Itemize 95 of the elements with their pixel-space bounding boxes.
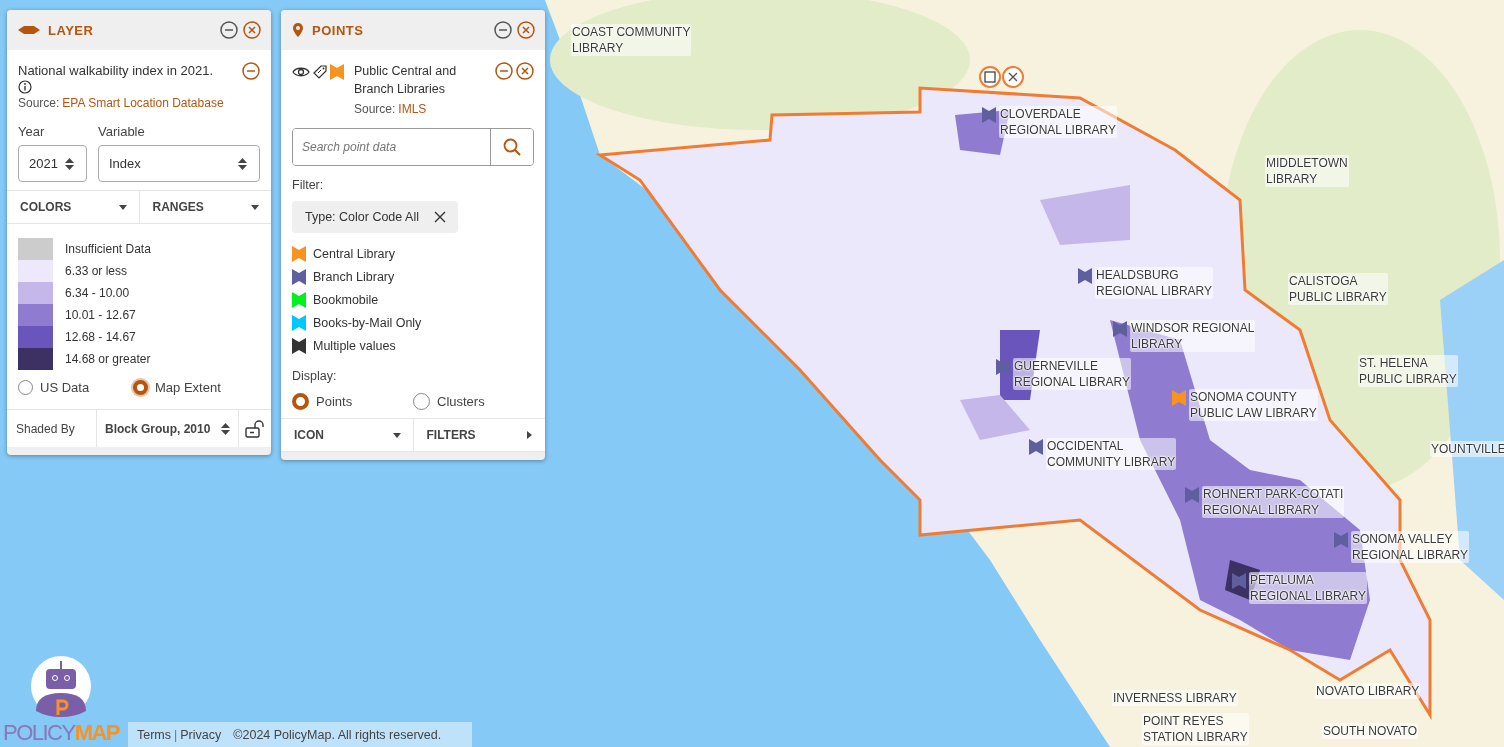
collapse-icon[interactable] bbox=[495, 62, 513, 80]
library-marker-icon bbox=[330, 64, 344, 80]
remove-icon[interactable] bbox=[242, 62, 260, 80]
caret-icon bbox=[392, 431, 401, 439]
field-label: Variable bbox=[98, 124, 146, 139]
dropdown-tab[interactable]: ICON bbox=[281, 419, 413, 451]
map-label: MIDDLETOWN LIBRARY bbox=[1265, 155, 1349, 187]
caret-icon bbox=[118, 203, 127, 211]
dropdown-tab[interactable]: FILTERS bbox=[412, 419, 545, 451]
copyright-text: ©2024 PolicyMap. All rights reserved. bbox=[233, 727, 442, 742]
source-link[interactable]: IMLS bbox=[398, 102, 427, 116]
field-label: Year bbox=[18, 124, 46, 139]
map-label: SONOMA VALLEY REGIONAL LIBRARY bbox=[1351, 531, 1470, 563]
map-label: SONOMA COUNTY PUBLIC LAW LIBRARY bbox=[1189, 389, 1318, 421]
filter-label: Filter: bbox=[292, 178, 325, 192]
library-marker-icon[interactable] bbox=[1185, 487, 1199, 503]
library-marker-icon[interactable] bbox=[1113, 321, 1127, 337]
close-icon[interactable] bbox=[516, 62, 534, 80]
radio-button[interactable] bbox=[292, 393, 309, 410]
legend-label: 10.01 - 12.67 bbox=[65, 308, 136, 322]
filter-chip[interactable]: Type: Color Code All bbox=[292, 201, 458, 233]
legend-label: 6.34 - 10.00 bbox=[65, 286, 130, 300]
sort-arrows-icon bbox=[221, 421, 230, 436]
dropdown-tab[interactable]: RANGES bbox=[138, 191, 271, 223]
legend-label: Central Library bbox=[313, 246, 395, 261]
library-marker-icon[interactable] bbox=[996, 359, 1010, 375]
search-field[interactable]: Search point data bbox=[292, 128, 534, 166]
map-label: OCCIDENTAL COMMUNITY LIBRARY bbox=[1046, 438, 1177, 470]
search-icon bbox=[503, 138, 521, 156]
legend-label: Multiple values bbox=[313, 338, 396, 353]
map-label: PETALUMA REGIONAL LIBRARY bbox=[1249, 572, 1368, 604]
map-label: SOUTH NOVATO bbox=[1322, 723, 1418, 739]
legend-label: Books-by-Mail Only bbox=[313, 315, 422, 330]
map-label: WINDSOR REGIONAL LIBRARY bbox=[1130, 320, 1256, 352]
shaded-by-label: Shaded By bbox=[7, 410, 97, 447]
display-label: Display: bbox=[292, 369, 338, 383]
radio-button[interactable] bbox=[133, 380, 148, 395]
caret-icon bbox=[251, 203, 259, 211]
map-label: POINT REYES STATION LIBRARY bbox=[1142, 713, 1249, 745]
library-marker-icon[interactable] bbox=[1232, 573, 1246, 589]
map-label: GUERNEVILLE REGIONAL LIBRARY bbox=[1013, 358, 1132, 390]
separator: | bbox=[174, 727, 178, 742]
minimize-icon[interactable] bbox=[494, 21, 512, 39]
map-label: INVERNESS LIBRARY bbox=[1112, 690, 1238, 706]
terms-link[interactable]: Terms bbox=[137, 727, 172, 742]
legend-label: Bookmobile bbox=[313, 292, 379, 307]
eye-icon[interactable] bbox=[292, 66, 310, 78]
legend-label: 6.33 or less bbox=[65, 264, 128, 278]
radio-label[interactable]: Clusters bbox=[437, 394, 485, 409]
radio-label[interactable]: US Data bbox=[40, 380, 90, 395]
map-label: ST. HELENA PUBLIC LIBRARY bbox=[1358, 355, 1458, 387]
panel-title: LAYER bbox=[48, 22, 94, 38]
radio-button[interactable] bbox=[18, 380, 33, 395]
library-marker-icon[interactable] bbox=[1172, 390, 1186, 406]
map-label: NOVATO LIBRARY bbox=[1315, 683, 1421, 699]
library-marker-icon[interactable] bbox=[1078, 268, 1092, 284]
info-icon[interactable] bbox=[18, 80, 32, 94]
panel-title: POINTS bbox=[312, 22, 364, 38]
legend-label: Branch Library bbox=[313, 269, 395, 284]
map-label: ROHNERT PARK-COTATI REGIONAL LIBRARY bbox=[1202, 486, 1345, 518]
year-select[interactable]: 2021 bbox=[18, 145, 87, 182]
radio-label[interactable]: Points bbox=[316, 394, 353, 409]
map-pin-icon bbox=[292, 23, 304, 37]
source-link[interactable]: EPA Smart Location Database bbox=[62, 96, 224, 110]
source-label: Source: bbox=[18, 96, 60, 110]
privacy-link[interactable]: Privacy bbox=[180, 727, 222, 742]
dataset-name: Public Central and Branch Libraries bbox=[354, 64, 457, 96]
minimize-icon[interactable] bbox=[220, 21, 238, 39]
layer-icon bbox=[18, 25, 40, 35]
radio-label[interactable]: Map Extent bbox=[155, 380, 221, 395]
tag-icon[interactable] bbox=[313, 65, 327, 79]
radio-button[interactable] bbox=[413, 393, 430, 410]
map-label: COAST COMMUNITY LIBRARY bbox=[571, 24, 692, 56]
search-button[interactable] bbox=[490, 129, 533, 165]
unlock-icon[interactable] bbox=[245, 419, 265, 438]
geography-select[interactable]: Block Group, 2010 bbox=[97, 410, 238, 447]
library-marker-icon[interactable] bbox=[1029, 439, 1043, 455]
source-label: Source: bbox=[354, 102, 396, 116]
legend-label: 14.68 or greater bbox=[65, 352, 151, 366]
sort-arrows-icon bbox=[238, 156, 247, 171]
robot-avatar-icon[interactable] bbox=[30, 655, 92, 717]
map-label: HEALDSBURG REGIONAL LIBRARY bbox=[1095, 267, 1214, 299]
layer-name: National walkability index in 2021. bbox=[18, 63, 214, 78]
sort-arrows-icon bbox=[65, 156, 74, 171]
logo: POLICYMAP bbox=[2, 719, 120, 746]
legend-label: 12.68 - 14.67 bbox=[65, 330, 136, 344]
legend-label: Insufficient Data bbox=[65, 242, 151, 256]
close-icon[interactable] bbox=[433, 211, 446, 223]
map-label: CALISTOGA PUBLIC LIBRARY bbox=[1288, 273, 1388, 305]
dropdown-tab[interactable]: COLORS bbox=[7, 191, 139, 223]
map-label: CLOVERDALE REGIONAL LIBRARY bbox=[999, 106, 1118, 138]
caret-icon bbox=[525, 431, 533, 439]
library-marker-icon[interactable] bbox=[1334, 532, 1348, 548]
library-marker-icon[interactable] bbox=[982, 107, 996, 123]
variable-select[interactable]: Index bbox=[98, 145, 260, 182]
